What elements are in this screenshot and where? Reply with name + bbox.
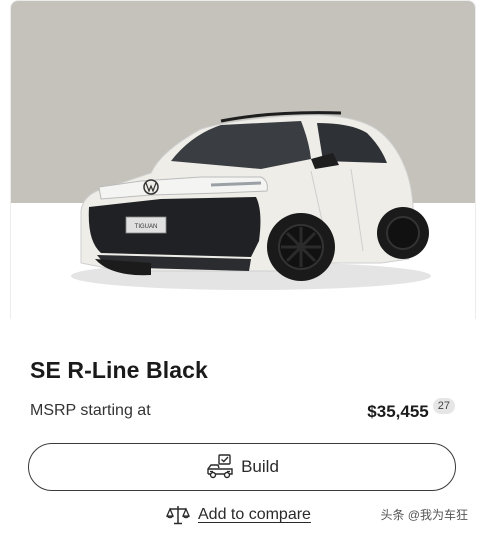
car-front-grille [88,197,261,257]
car-configurator-icon [207,454,233,479]
vehicle-image: TIGUAN [71,111,431,290]
msrp-label: MSRP starting at [30,402,151,419]
trim-title: SE R-Line Black [30,357,208,383]
footnote-badge[interactable]: 27 [432,398,455,414]
car-windshield [171,121,311,169]
plate-text: TIGUAN [135,224,158,230]
price-block: $35,455 27 [367,398,455,422]
add-to-compare-link[interactable]: Add to compare [166,504,311,526]
build-label: Build [241,457,279,476]
build-button[interactable]: Build [28,443,456,491]
watermark: 头条 @我为车狂 [380,508,468,522]
vehicle-hero[interactable]: TIGUAN [10,0,476,319]
trim-card: TIGUAN SE R-Line Black MSRP starting at … [0,0,480,537]
car-headlight-led [210,181,262,187]
add-to-compare-label: Add to compare [198,506,311,523]
price-value: $35,455 [367,402,429,421]
balance-scale-icon [166,506,190,525]
